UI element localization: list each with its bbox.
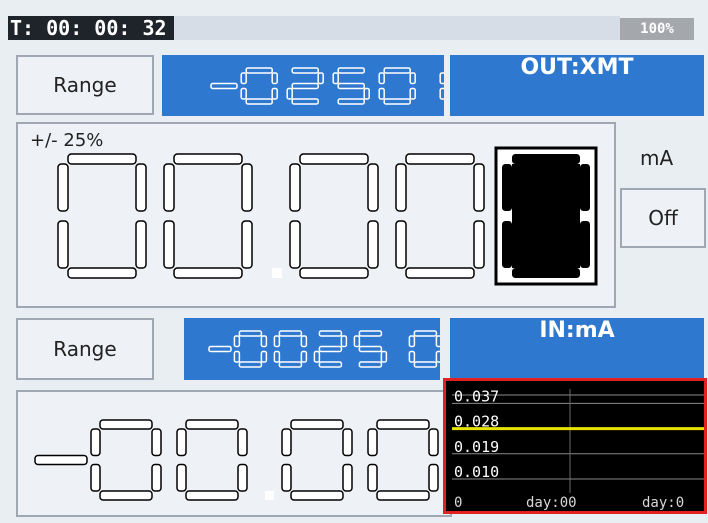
decimal-point (272, 268, 282, 278)
y-tick-label: 0.037 (454, 387, 499, 405)
decimal-point (427, 99, 432, 104)
digit (240, 67, 278, 105)
output-range-button[interactable]: Range (16, 55, 154, 115)
digit (408, 330, 443, 368)
main-readout-panel: 00.000 (16, 122, 616, 308)
unit-label: mA (640, 146, 674, 170)
digit (163, 153, 253, 279)
y-tick-label: 0.010 (454, 463, 499, 481)
input-range-value: -0025.0 (208, 330, 443, 368)
output-toggle-button[interactable]: Off (620, 188, 706, 248)
digit (313, 330, 348, 368)
trend-chart[interactable]: 0.037 0.028 0.019 0.010 0 day:00 day:0 (443, 378, 707, 514)
output-mode-button[interactable]: OUT:XMT (450, 55, 704, 116)
output-setpoint-display[interactable]: -0250.0 (162, 55, 477, 116)
y-tick-label: 0.028 (454, 413, 499, 431)
digit (289, 153, 379, 279)
digit (233, 330, 268, 368)
decimal-point (265, 491, 274, 500)
input-readout-digits: -00.00 (34, 419, 439, 501)
digit (176, 419, 248, 501)
decimal-point (396, 362, 401, 367)
digit (281, 419, 353, 501)
output-mode-label: OUT:XMT (520, 55, 634, 80)
x-tick-label: 0 (454, 495, 462, 511)
digit (90, 419, 162, 501)
output-setpoint-digits: -0250.0 (210, 67, 477, 105)
digit (378, 67, 416, 105)
input-range-button[interactable]: Range (16, 318, 154, 380)
digit (367, 419, 439, 501)
digit (57, 153, 147, 279)
digit (208, 345, 232, 353)
status-strip (174, 16, 620, 40)
digit (34, 454, 88, 466)
digit (439, 67, 477, 105)
digit (353, 330, 388, 368)
digit (273, 330, 308, 368)
setpoint-value: -0250.0 (210, 67, 477, 105)
digit (332, 67, 370, 105)
trend-chart-plot: 0.037 0.028 0.019 0.010 0 day:00 day:0 (452, 387, 704, 511)
input-readout-panel: -00.00 (16, 390, 452, 517)
main-readout-digits: 00.000 (57, 146, 598, 286)
digit (494, 146, 598, 286)
battery-indicator: 100% (620, 18, 694, 40)
input-reading: -00.00 (34, 419, 439, 501)
input-mode-label: IN:mA (539, 318, 615, 343)
chart-labels: 0.037 0.028 0.019 0.010 0 day:00 day:0 (454, 387, 684, 511)
tolerance-label: +/- 25% (30, 130, 104, 151)
digit (210, 82, 238, 90)
input-mode-button[interactable]: IN:mA (450, 318, 704, 380)
y-tick-label: 0.019 (454, 438, 499, 456)
elapsed-timer: T: 00: 00: 32 (10, 16, 167, 40)
x-tick-label: day:0 (642, 495, 684, 511)
input-range-display[interactable]: -0025.0 (184, 318, 443, 380)
digit (395, 153, 485, 279)
x-tick-label: day:00 (526, 495, 577, 511)
input-range-digits: -0025.0 (208, 330, 443, 368)
digit (286, 67, 324, 105)
main-value: 00.000 (57, 146, 598, 286)
